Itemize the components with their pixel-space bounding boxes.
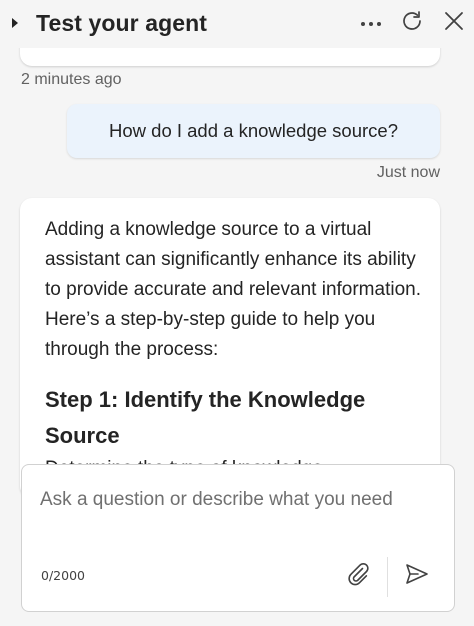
message-input[interactable]: Ask a question or describe what you need — [40, 485, 430, 515]
page-title: Test your agent — [36, 10, 208, 36]
close-icon — [443, 10, 465, 37]
send-button[interactable] — [402, 562, 432, 590]
send-icon — [404, 562, 430, 591]
refresh-button[interactable] — [399, 10, 425, 36]
bot-message-card: Adding a knowledge source to a virtual a… — [20, 198, 440, 498]
message-composer[interactable]: Ask a question or describe what you need… — [21, 464, 455, 612]
bot-message-text: Adding a knowledge source to a virtual a… — [45, 219, 421, 360]
user-message-bubble: How do I add a knowledge source? — [67, 104, 440, 158]
step-heading: Step 1: Identify the Knowledge Source — [45, 387, 366, 448]
attach-button[interactable] — [344, 562, 372, 590]
divider — [387, 557, 388, 597]
more-horizontal-icon — [360, 14, 382, 32]
message-timestamp: 2 minutes ago — [21, 71, 122, 88]
paperclip-icon — [346, 562, 370, 591]
user-message-text: How do I add a knowledge source? — [109, 120, 398, 141]
refresh-icon — [400, 9, 424, 38]
close-button[interactable] — [441, 10, 467, 36]
caret-right-icon[interactable] — [10, 16, 20, 30]
message-timestamp: Just now — [376, 164, 440, 181]
character-counter: 0/2000 — [41, 568, 85, 583]
more-options-button[interactable] — [358, 10, 384, 36]
header: Test your agent — [0, 0, 474, 48]
